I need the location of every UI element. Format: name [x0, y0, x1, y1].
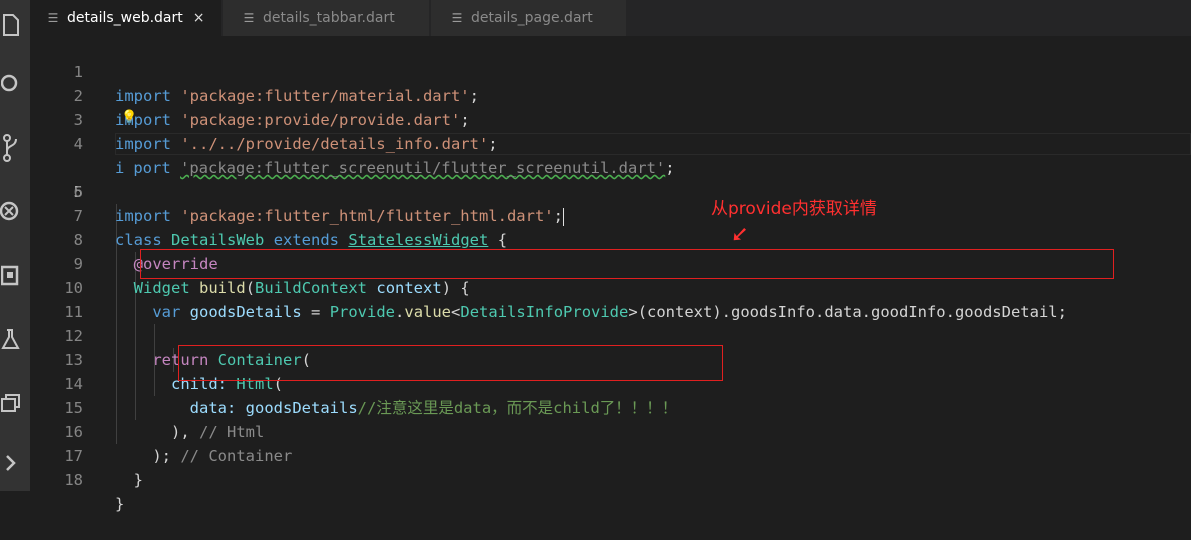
extensions-icon[interactable]	[0, 262, 22, 288]
code-line: 2 import 'package:provide/provide.dart';	[30, 60, 1191, 129]
highlight-box-provide-line	[140, 249, 1114, 279]
code-line: 1 import 'package:flutter/material.dart'…	[30, 36, 1191, 105]
files-icon[interactable]	[0, 12, 22, 38]
tab-details-web[interactable]: ☰ details_web.dart ×	[30, 0, 222, 36]
line-number: 18	[64, 471, 83, 489]
code-line: 11	[30, 276, 1191, 321]
flask-icon[interactable]	[0, 326, 22, 352]
code-line: 6	[30, 156, 1191, 201]
chevron-right-icon[interactable]	[0, 450, 22, 476]
tab-details-page[interactable]: ☰ details_page.dart	[431, 0, 627, 36]
debug-icon[interactable]	[0, 198, 22, 224]
annotation-text: 从provide内获取详情	[711, 199, 877, 219]
layers-icon[interactable]	[0, 390, 22, 416]
code-line: 17 }	[30, 420, 1191, 489]
annotation-arrow-icon: ➘	[726, 225, 752, 244]
file-icon: ☰	[451, 11, 463, 25]
close-icon[interactable]: ×	[193, 10, 205, 26]
tab-details-tabbar[interactable]: ☰ details_tabbar.dart	[223, 0, 430, 36]
tab-label: details_page.dart	[471, 10, 593, 26]
code-line: 12 return Container(	[30, 300, 1191, 369]
lightbulb-icon[interactable]: 💡	[121, 110, 137, 125]
file-icon: ☰	[47, 11, 59, 25]
code-line: 18 }	[30, 444, 1191, 513]
activity-bar	[0, 0, 30, 491]
search-icon[interactable]	[0, 70, 22, 96]
code-line: 8 @override	[30, 204, 1191, 273]
tab-bar: ☰ details_web.dart × ☰ details_tabbar.da…	[30, 0, 1191, 36]
source-control-icon[interactable]	[0, 134, 22, 162]
current-line-highlight	[115, 133, 1191, 155]
code-line: 3 import '../../provide/details_info.dar…	[30, 84, 1191, 153]
file-icon: ☰	[243, 11, 255, 25]
code-editor[interactable]: 1 import 'package:flutter/material.dart'…	[30, 36, 1191, 513]
code-line: 4 i port 'package:flutter_screenutil/flut…	[30, 108, 1191, 177]
highlight-box-data-line	[178, 345, 723, 381]
code-line: 16 ); // Container	[30, 396, 1191, 465]
tab-label: details_web.dart	[67, 10, 183, 26]
code-line: 7 class DetailsWeb extends StatelessWidg…	[30, 180, 1191, 249]
code-line: 5 import 'package:flutter_html/flutter_h…	[30, 132, 1191, 226]
tab-label: details_tabbar.dart	[263, 10, 395, 26]
